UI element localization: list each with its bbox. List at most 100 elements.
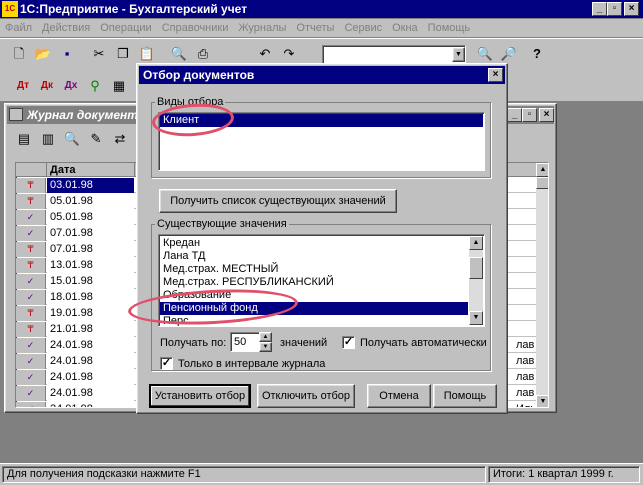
row-date: 13.01.98 [47, 258, 134, 273]
app-title: 1С:Предприятие - Бухгалтерский учет [20, 2, 248, 16]
undo-icon[interactable]: ↶ [254, 43, 276, 65]
search-icon[interactable]: 🔍 [474, 43, 496, 65]
row-date: 05.01.98 [47, 210, 134, 225]
menu-reports[interactable]: Отчеты [291, 19, 339, 37]
fetch-count-up[interactable]: ▲ [259, 332, 272, 342]
row-extra: Иль [516, 402, 536, 407]
menu-help[interactable]: Помощь [423, 19, 476, 37]
menu-bar: Файл Действия Операции Справочники Журналы От… [0, 19, 643, 37]
row-date: 18.01.98 [47, 290, 134, 305]
filter-icon[interactable]: ⚲ [84, 75, 106, 97]
journal-title: Журнал документ [27, 108, 138, 122]
help-button[interactable]: Помощь [433, 384, 497, 408]
header-icon-cell [16, 163, 47, 177]
save-icon[interactable]: ▪ [56, 43, 78, 65]
journal-copy-icon[interactable]: ▥ [37, 128, 59, 150]
header-separator [134, 163, 135, 177]
clear-filter-button[interactable]: Отключить отбор [257, 384, 355, 408]
row-date: 24.01.98 [47, 354, 134, 369]
minimize-button[interactable]: _ [592, 2, 607, 16]
existing-values-label: Существующие значения [155, 218, 289, 230]
document-type-icon: ✓ [16, 402, 46, 407]
open-folder-icon[interactable]: 📂 [32, 43, 54, 65]
row-date: 05.01.98 [47, 194, 134, 209]
auto-fetch-checkbox[interactable]: ✓ [342, 336, 355, 349]
set-filter-button[interactable]: Установить отбор [149, 384, 251, 408]
find-icon[interactable]: 🔍 [168, 43, 190, 65]
row-date: 24.01.98 [47, 370, 134, 385]
row-extra: лав [516, 339, 535, 351]
document-type-icon: ✓ [16, 386, 46, 401]
journal-find-icon[interactable]: 🔍 [61, 128, 83, 150]
journal-maximize-button[interactable]: ▫ [522, 108, 537, 122]
list-item[interactable]: Кредан [160, 237, 468, 250]
row-date: 21.01.98 [47, 322, 134, 337]
document-type-icon: ✓ [16, 338, 46, 353]
only-interval-checkbox[interactable]: ✓ [160, 357, 173, 370]
fetch-count-input[interactable]: 50 [230, 332, 260, 352]
list-item[interactable]: Мед.страх. МЕСТНЫЙ [160, 263, 468, 276]
dialog-titlebar: Отбор документов × [139, 66, 505, 84]
toolbar-combo[interactable] [322, 45, 466, 64]
app-logo-icon: 1С [2, 1, 18, 17]
table-icon[interactable]: ▦ [108, 75, 130, 97]
document-type-icon: ₸ [16, 178, 46, 193]
get-values-button[interactable]: Получить список существующих значений [159, 189, 397, 213]
maximize-button[interactable]: ▫ [607, 2, 622, 16]
menu-journals[interactable]: Журналы [233, 19, 291, 37]
document-type-icon: ₸ [16, 242, 46, 257]
cut-icon[interactable]: ✂ [88, 43, 110, 65]
fetch-by-label: Получать по: [160, 337, 227, 349]
doc-mark-icon[interactable]: Дх [60, 75, 82, 97]
search-next-icon[interactable]: 🔎 [498, 43, 520, 65]
journal-scroll-thumb[interactable] [536, 177, 548, 189]
status-totals: Итоги: 1 квартал 1999 г. [488, 466, 640, 483]
paste-icon[interactable]: 📋 [136, 43, 158, 65]
only-interval-label: Только в интервале журнала [178, 358, 326, 370]
journal-scroll-up[interactable]: ▲ [536, 163, 548, 177]
menu-windows[interactable]: Окна [387, 19, 423, 37]
print-icon[interactable]: ⎙ [192, 43, 214, 65]
document-type-icon: ✓ [16, 290, 46, 305]
journal-new-icon[interactable]: ▤ [13, 128, 35, 150]
journal-scroll-down[interactable]: ▼ [536, 395, 548, 407]
row-date: 07.01.98 [47, 226, 134, 241]
row-date: 24.01.98 [47, 386, 134, 401]
redo-icon[interactable]: ↷ [278, 43, 300, 65]
help-icon[interactable]: ? [526, 43, 548, 65]
document-type-icon: ✓ [16, 226, 46, 241]
menu-service[interactable]: Сервис [339, 19, 387, 37]
values-vscroll[interactable]: ▲ ▼ [469, 236, 483, 325]
dialog-title: Отбор документов [143, 68, 255, 82]
doc-dt-icon[interactable]: Дт [12, 75, 34, 97]
journal-close-button[interactable]: × [539, 108, 554, 122]
values-scroll-down[interactable]: ▼ [469, 311, 483, 325]
row-date: 24.01.98 [47, 338, 134, 353]
toolbar-combo-arrow[interactable]: ▼ [452, 47, 465, 62]
cancel-button[interactable]: Отмена [367, 384, 431, 408]
list-item[interactable]: Мед.страх. РЕСПУБЛИКАНСКИЙ [160, 276, 468, 289]
journal-edit-icon[interactable]: ✎ [85, 128, 107, 150]
journal-move-icon[interactable]: ⇄ [109, 128, 131, 150]
row-date: 24.01.98 [47, 402, 134, 407]
menu-actions[interactable]: Действия [37, 19, 95, 37]
close-button[interactable]: × [624, 2, 639, 16]
doc-dk-icon[interactable]: Дк [36, 75, 58, 97]
document-type-icon: ₸ [16, 194, 46, 209]
copy-icon[interactable]: ❐ [112, 43, 134, 65]
values-scroll-up[interactable]: ▲ [469, 236, 483, 250]
journal-vscroll[interactable]: ▲ ▼ [536, 163, 548, 407]
journal-minimize-button[interactable]: _ [507, 108, 522, 122]
dialog-close-button[interactable]: × [488, 68, 503, 82]
fetch-count-down[interactable]: ▼ [259, 342, 272, 352]
menu-operations[interactable]: Операции [95, 19, 156, 37]
header-date[interactable]: Дата [50, 163, 75, 177]
menu-file[interactable]: Файл [0, 19, 37, 37]
menu-references[interactable]: Справочники [157, 19, 234, 37]
values-word-label: значений [280, 337, 328, 349]
new-document-icon[interactable]: 🗋 [8, 43, 30, 65]
document-type-icon: ✓ [16, 370, 46, 385]
values-scroll-thumb[interactable] [469, 257, 483, 279]
status-bar: Для получения подсказки нажмите F1 Итоги… [0, 463, 643, 485]
list-item[interactable]: Лана ТД [160, 250, 468, 263]
